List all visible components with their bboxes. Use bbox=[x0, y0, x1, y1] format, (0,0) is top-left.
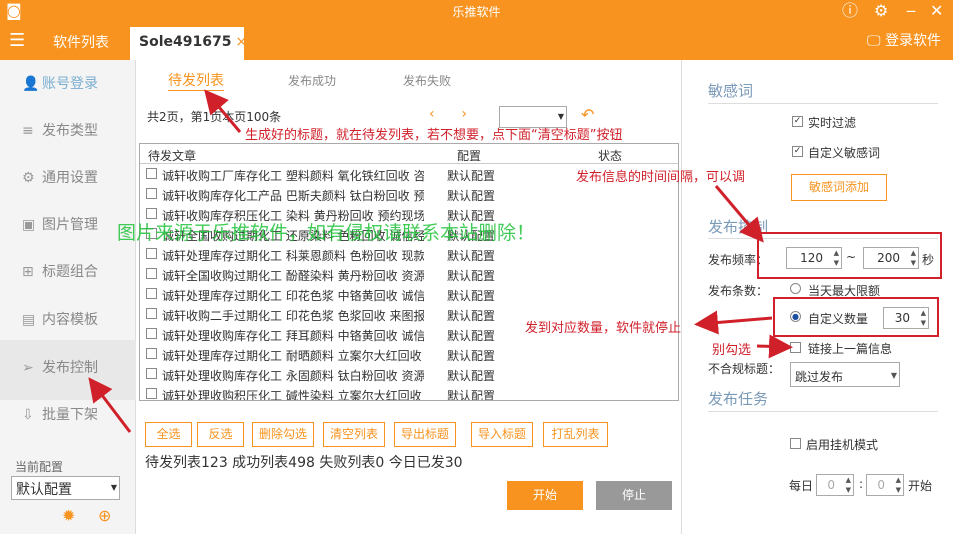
arrow-to-pending-tab bbox=[204, 89, 242, 133]
arrow-to-link-prev bbox=[756, 334, 793, 359]
arrow-to-count bbox=[694, 310, 773, 335]
arrow-to-frequency bbox=[714, 185, 764, 243]
arrow-to-sidebar bbox=[88, 377, 132, 433]
annotation-arrows bbox=[88, 89, 793, 433]
